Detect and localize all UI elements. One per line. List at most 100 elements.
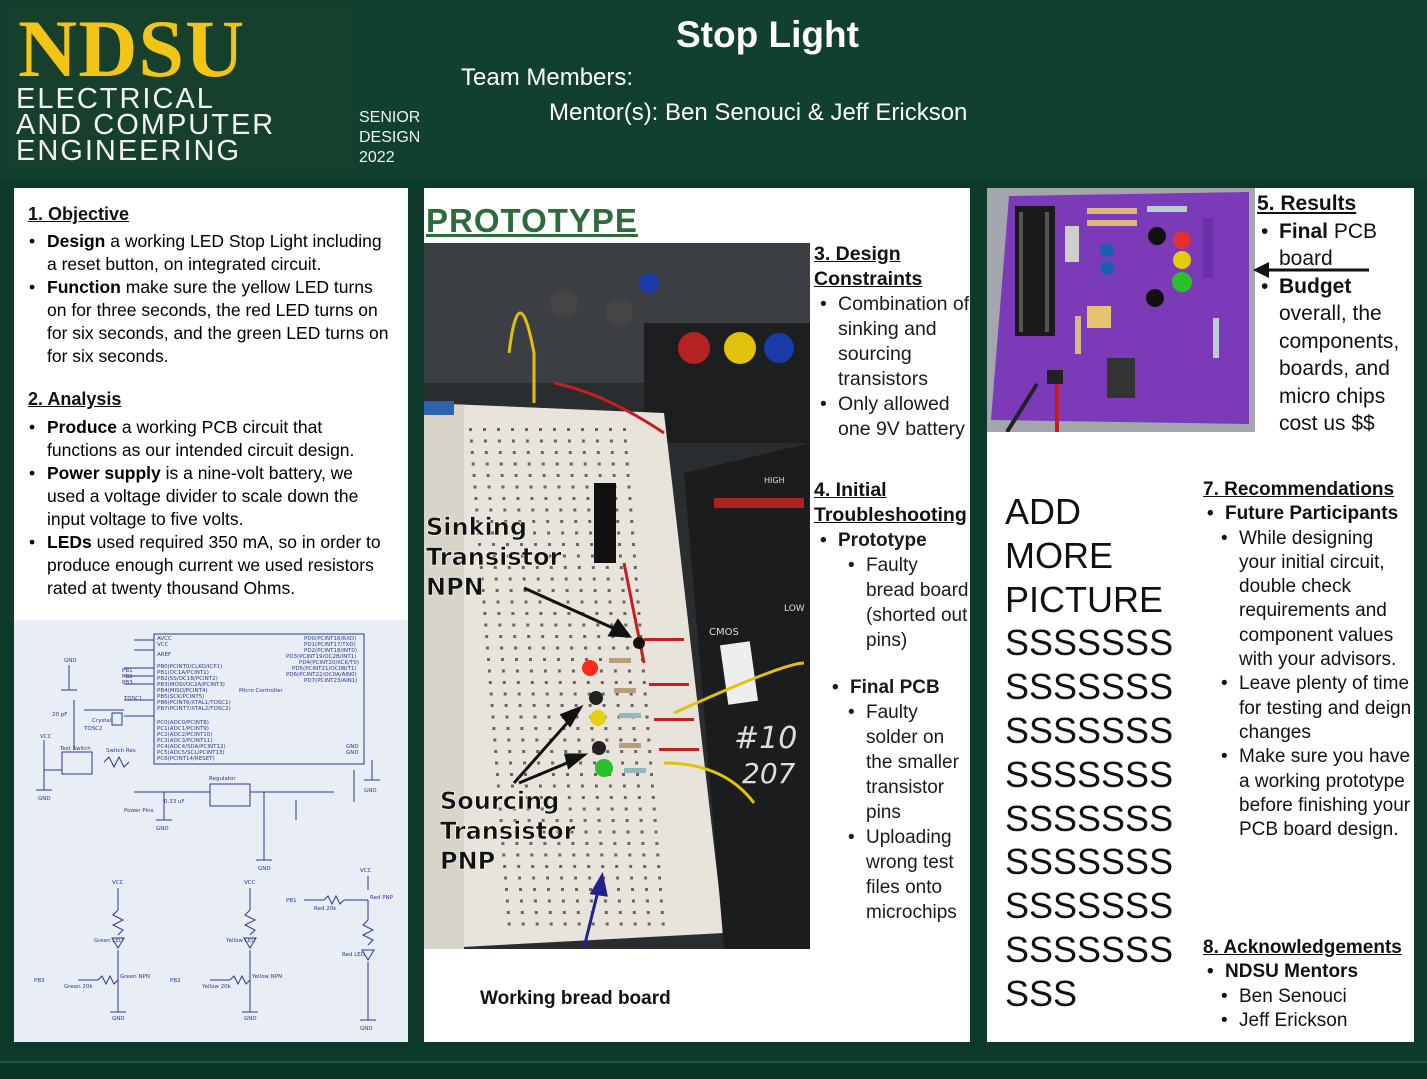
- breadboard-hole: [505, 888, 508, 891]
- breadboard-hole: [647, 738, 651, 742]
- breadboard-hole: [580, 600, 584, 604]
- breadboard-hole: [499, 635, 503, 638]
- breadboard-hole: [584, 646, 588, 650]
- analysis-item-2-bold: Power supply: [47, 463, 161, 483]
- breadboard-hole: [527, 635, 531, 638]
- breadboard-hole: [572, 853, 576, 857]
- breadboard-hole: [513, 635, 517, 638]
- schematic-green-npn: Green NPN: [120, 974, 150, 980]
- recommendations-group-label: Future Participants: [1207, 502, 1413, 527]
- breadboard-hole: [561, 888, 564, 891]
- breadboard-hole: [483, 439, 487, 443]
- schematic-red-res: Red 20k: [314, 906, 337, 912]
- breadboard-hole: [574, 520, 578, 523]
- breadboard-hole: [520, 727, 524, 730]
- recommendations-section: 7. Recommendations Future Participants W…: [1203, 478, 1413, 842]
- breadboard-hole: [578, 577, 582, 581]
- list-item: Design a working LED Stop Light includin…: [29, 230, 392, 276]
- breadboard-hole: [517, 508, 521, 512]
- breadboard-hole: [543, 658, 546, 661]
- troubleshooting-pcb-label: Final PCB: [832, 675, 970, 700]
- breadboard-hole: [630, 876, 634, 880]
- add-more-line-8: SSSSSSS: [1005, 797, 1174, 839]
- breadboard-hole: [486, 474, 490, 477]
- schematic-switch-label: Test Switch: [59, 746, 91, 752]
- breadboard-hole: [588, 704, 592, 707]
- breadboard-hole: [548, 727, 552, 730]
- acknowledgements-group-label: NDSU Mentors: [1207, 960, 1413, 985]
- breadboard-hole: [484, 623, 488, 627]
- breadboard-hole: [560, 520, 564, 523]
- schematic-vcc-2: VCC: [112, 880, 124, 886]
- breadboard-hole: [547, 899, 551, 903]
- breadboard-hole: [499, 462, 503, 466]
- list-item: Produce a working PCB circuit that funct…: [29, 416, 392, 462]
- breadboard-hole: [515, 669, 519, 673]
- breadboard-hole: [503, 865, 507, 868]
- breadboard-hole: [611, 462, 615, 466]
- breadboard-hole: [625, 819, 629, 822]
- breadboard-hole: [600, 853, 604, 857]
- breadboard-hole: [622, 773, 625, 776]
- breadboard-hole: [645, 888, 648, 891]
- schematic-crystal-label: Crystal: [92, 718, 112, 724]
- breadboard-hole: [578, 750, 582, 753]
- breadboard-hole: [616, 704, 620, 707]
- breadboard-hole: [498, 623, 502, 627]
- breadboard-hole: [605, 922, 609, 926]
- breadboard-hole: [627, 842, 631, 845]
- breadboard-hole: [560, 704, 564, 707]
- breadboard-hole: [539, 428, 542, 431]
- schematic-vcc-3: VCC: [244, 880, 256, 886]
- breadboard-hole: [514, 474, 518, 477]
- breadboard-hole: [507, 922, 511, 926]
- add-more-line-1: ADD: [1005, 491, 1082, 532]
- breadboard-hole: [643, 692, 647, 696]
- breadboard-hole: [622, 784, 626, 788]
- breadboard-hole: [588, 876, 592, 880]
- breadboard-hole: [595, 796, 599, 799]
- breadboard-hole: [500, 474, 504, 477]
- results-arrow-icon: [1253, 262, 1369, 278]
- poster-footer: [0, 1061, 1427, 1079]
- breadboard-hole: [507, 738, 511, 742]
- breadboard-hole: [518, 704, 522, 707]
- breadboard-hole: [651, 796, 655, 799]
- schematic-gnd-6: GND: [112, 1016, 125, 1022]
- breadboard-hole: [532, 704, 536, 707]
- breadboard-hole: [658, 876, 662, 880]
- breadboard-hole: [531, 692, 535, 696]
- schematic-yellow-res: Yellow 20k: [201, 984, 232, 990]
- breadboard-hole: [583, 819, 587, 822]
- breadboard-hole: [610, 451, 614, 454]
- breadboard-hole: [539, 612, 543, 615]
- breadboard-hole: [472, 474, 476, 477]
- breadboard-hole: [604, 911, 608, 914]
- breadboard-hole: [502, 497, 506, 500]
- breadboard-hole: [512, 451, 516, 454]
- design-constraints-title-1: 3. Design: [814, 243, 901, 265]
- breadboard-hole: [579, 589, 583, 592]
- breadboard-hole: [624, 623, 628, 627]
- breadboard-hole: [645, 899, 649, 903]
- breadboard-hole: [612, 474, 616, 477]
- list-item: While designing your initial circuit, do…: [1221, 527, 1413, 673]
- breadboard-hole: [594, 784, 598, 788]
- svg-text:PB7(PCINT7/XTAL2/TOSC2): PB7(PCINT7/XTAL2/TOSC2): [157, 706, 231, 712]
- breadboard-hole: [501, 485, 505, 489]
- breadboard-hole: [560, 876, 564, 880]
- breadboard-hole: [517, 692, 521, 696]
- breadboard-hole: [474, 497, 478, 500]
- breadboard-hole: [513, 462, 517, 466]
- list-item: LEDs used required 350 mA, so in order t…: [29, 531, 392, 600]
- breadboard-hole: [609, 796, 613, 799]
- breadboard-hole: [550, 577, 554, 581]
- breadboard-hole: [582, 807, 586, 811]
- breadboard-hole: [562, 911, 566, 914]
- add-more-line-6: SSSSSSS: [1005, 709, 1174, 751]
- analysis-list: Produce a working PCB circuit that funct…: [29, 416, 392, 600]
- breadboard-hole: [575, 531, 579, 535]
- list-item: Combination of sinking and sourcing tran…: [820, 292, 970, 392]
- breadboard-hole: [607, 589, 611, 592]
- list-item: Jeff Erickson: [1221, 1009, 1413, 1034]
